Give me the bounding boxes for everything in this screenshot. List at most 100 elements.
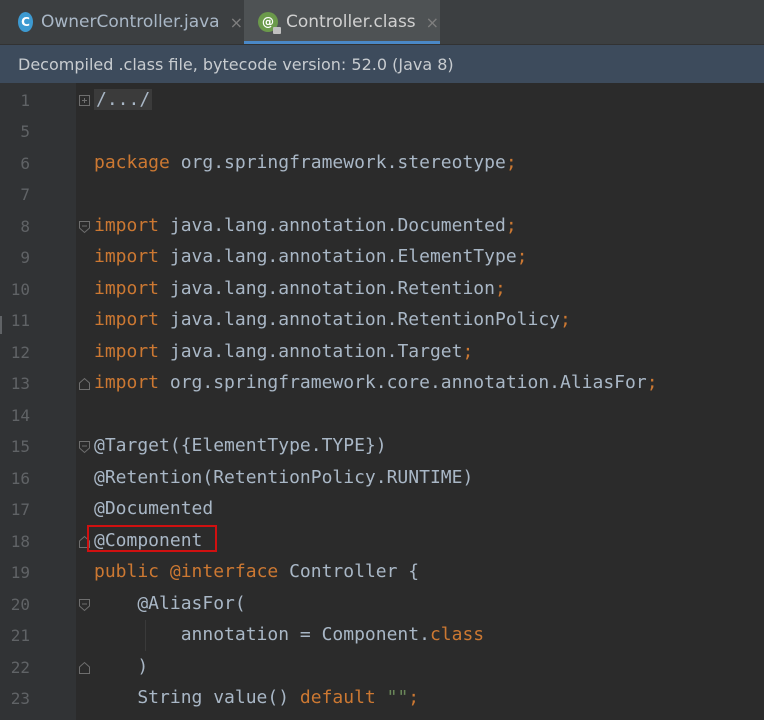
close-tab-icon[interactable]: ×	[426, 13, 439, 32]
code-line: 14	[0, 401, 764, 432]
code-text: annotation = Component.class	[94, 624, 484, 645]
semicolon: ;	[408, 687, 420, 708]
string-literal: ""	[375, 687, 409, 708]
class-c-icon: C	[18, 12, 33, 32]
code-line: 15 @Target({ElementType.TYPE})	[0, 432, 764, 463]
annotation-at-icon: @	[258, 12, 281, 34]
tab-controller-class[interactable]: @ Controller.class ×	[244, 0, 440, 44]
code-text: import java.lang.annotation.Documented;	[94, 215, 517, 236]
line-number: 21	[10, 626, 30, 645]
import-path: java.lang.annotation.ElementType	[159, 246, 517, 267]
code-line: 11 import java.lang.annotation.Retention…	[0, 306, 764, 337]
code-line: 23 String value() default "";	[0, 684, 764, 715]
line-number: 12	[10, 343, 30, 362]
code-text: import java.lang.annotation.RetentionPol…	[94, 309, 571, 330]
editor-tab-bar: C OwnerController.java × @ Controller.cl…	[0, 0, 764, 45]
line-number: 19	[10, 563, 30, 582]
line-number: 15	[10, 437, 30, 456]
fold-expand-icon[interactable]	[79, 94, 90, 108]
keyword: import	[94, 372, 160, 393]
keyword: import	[94, 278, 160, 299]
collapsed-region[interactable]: /.../	[94, 89, 153, 110]
line-number: 20	[10, 595, 30, 614]
line-number: 1	[20, 91, 30, 110]
fold-end-icon[interactable]	[79, 661, 90, 675]
import-path: java.lang.annotation.Documented	[159, 215, 506, 236]
code-line: 8 import java.lang.annotation.Documented…	[0, 212, 764, 243]
package-name: org.springframework.stereotype	[169, 152, 506, 173]
keyword: import	[94, 341, 160, 362]
active-tab-indicator	[244, 41, 440, 44]
line-number: 22	[10, 658, 30, 677]
line-number: 13	[10, 374, 30, 393]
keyword: import	[94, 215, 160, 236]
code-text: String value() default "";	[94, 687, 419, 708]
semicolon: ;	[646, 372, 658, 393]
lock-icon	[273, 27, 281, 34]
import-path: java.lang.annotation.RetentionPolicy	[159, 309, 560, 330]
tab-label: OwnerController.java	[41, 12, 220, 32]
code-line: 17 @Documented	[0, 495, 764, 526]
line-number: 17	[10, 500, 30, 519]
code-line: 22 )	[0, 653, 764, 684]
code-line: 18 @Component	[0, 525, 764, 558]
code-text: /.../	[94, 89, 153, 110]
code-line: 21 annotation = Component.class	[0, 621, 764, 652]
annotation-attribute: annotation = Component.	[94, 624, 430, 645]
code-text: import org.springframework.core.annotati…	[94, 372, 658, 393]
fold-collapse-icon[interactable]	[79, 220, 90, 234]
keyword: class	[429, 624, 485, 645]
tab-label: Controller.class	[286, 12, 416, 32]
semicolon: ;	[494, 278, 506, 299]
code-text: import java.lang.annotation.Target;	[94, 341, 473, 362]
code-text: import java.lang.annotation.ElementType;	[94, 246, 528, 267]
import-path: org.springframework.core.annotation.Alia…	[159, 372, 647, 393]
line-number: 23	[10, 689, 30, 708]
code-text: @Target({ElementType.TYPE})	[94, 435, 387, 456]
code-text: )	[94, 656, 149, 677]
code-text: import java.lang.annotation.Retention;	[94, 278, 506, 299]
fold-collapse-icon[interactable]	[79, 440, 90, 454]
decompiled-banner: Decompiled .class file, bytecode version…	[0, 45, 764, 83]
keyword: @interface	[159, 561, 279, 582]
semicolon: ;	[462, 341, 474, 362]
code-line: 5	[0, 117, 764, 148]
code-text: package org.springframework.stereotype;	[94, 152, 517, 173]
code-text: @AliasFor(	[94, 593, 246, 614]
line-number: 14	[10, 406, 30, 425]
keyword: import	[94, 309, 160, 330]
import-path: java.lang.annotation.Retention	[159, 278, 495, 299]
semicolon: ;	[505, 152, 517, 173]
code-text: public @interface Controller {	[94, 561, 419, 582]
keyword: package	[94, 152, 170, 173]
import-path: java.lang.annotation.Target	[159, 341, 463, 362]
semicolon: ;	[505, 215, 517, 236]
line-number: 5	[20, 122, 30, 141]
code-line: 10 import java.lang.annotation.Retention…	[0, 275, 764, 306]
code-line: 19 public @interface Controller {	[0, 558, 764, 589]
method-signature: String value()	[94, 687, 300, 708]
line-number: 9	[20, 248, 30, 267]
code-line: 16 @Retention(RetentionPolicy.RUNTIME)	[0, 464, 764, 495]
line-number: 10	[10, 280, 30, 299]
class-declaration: Controller {	[278, 561, 420, 582]
fold-collapse-icon[interactable]	[79, 598, 90, 612]
close-tab-icon[interactable]: ×	[230, 13, 243, 32]
keyword: import	[94, 246, 160, 267]
line-number: 16	[10, 469, 30, 488]
keyword: public	[94, 561, 160, 582]
code-text: @Documented	[94, 498, 214, 519]
line-number: 11	[10, 311, 30, 330]
fold-end-icon[interactable]	[79, 377, 90, 391]
code-text: @Retention(RetentionPolicy.RUNTIME)	[94, 467, 474, 488]
line-number: 18	[10, 532, 30, 551]
code-line: 20 @AliasFor(	[0, 590, 764, 621]
highlight-box	[87, 525, 217, 552]
tab-owner-controller[interactable]: C OwnerController.java ×	[18, 0, 243, 44]
keyword: default	[299, 687, 376, 708]
code-line: 13 import org.springframework.core.annot…	[0, 369, 764, 400]
semicolon: ;	[516, 246, 528, 267]
banner-text: Decompiled .class file, bytecode version…	[18, 54, 454, 74]
line-number: 6	[20, 154, 30, 173]
code-line: 12 import java.lang.annotation.Target;	[0, 338, 764, 369]
